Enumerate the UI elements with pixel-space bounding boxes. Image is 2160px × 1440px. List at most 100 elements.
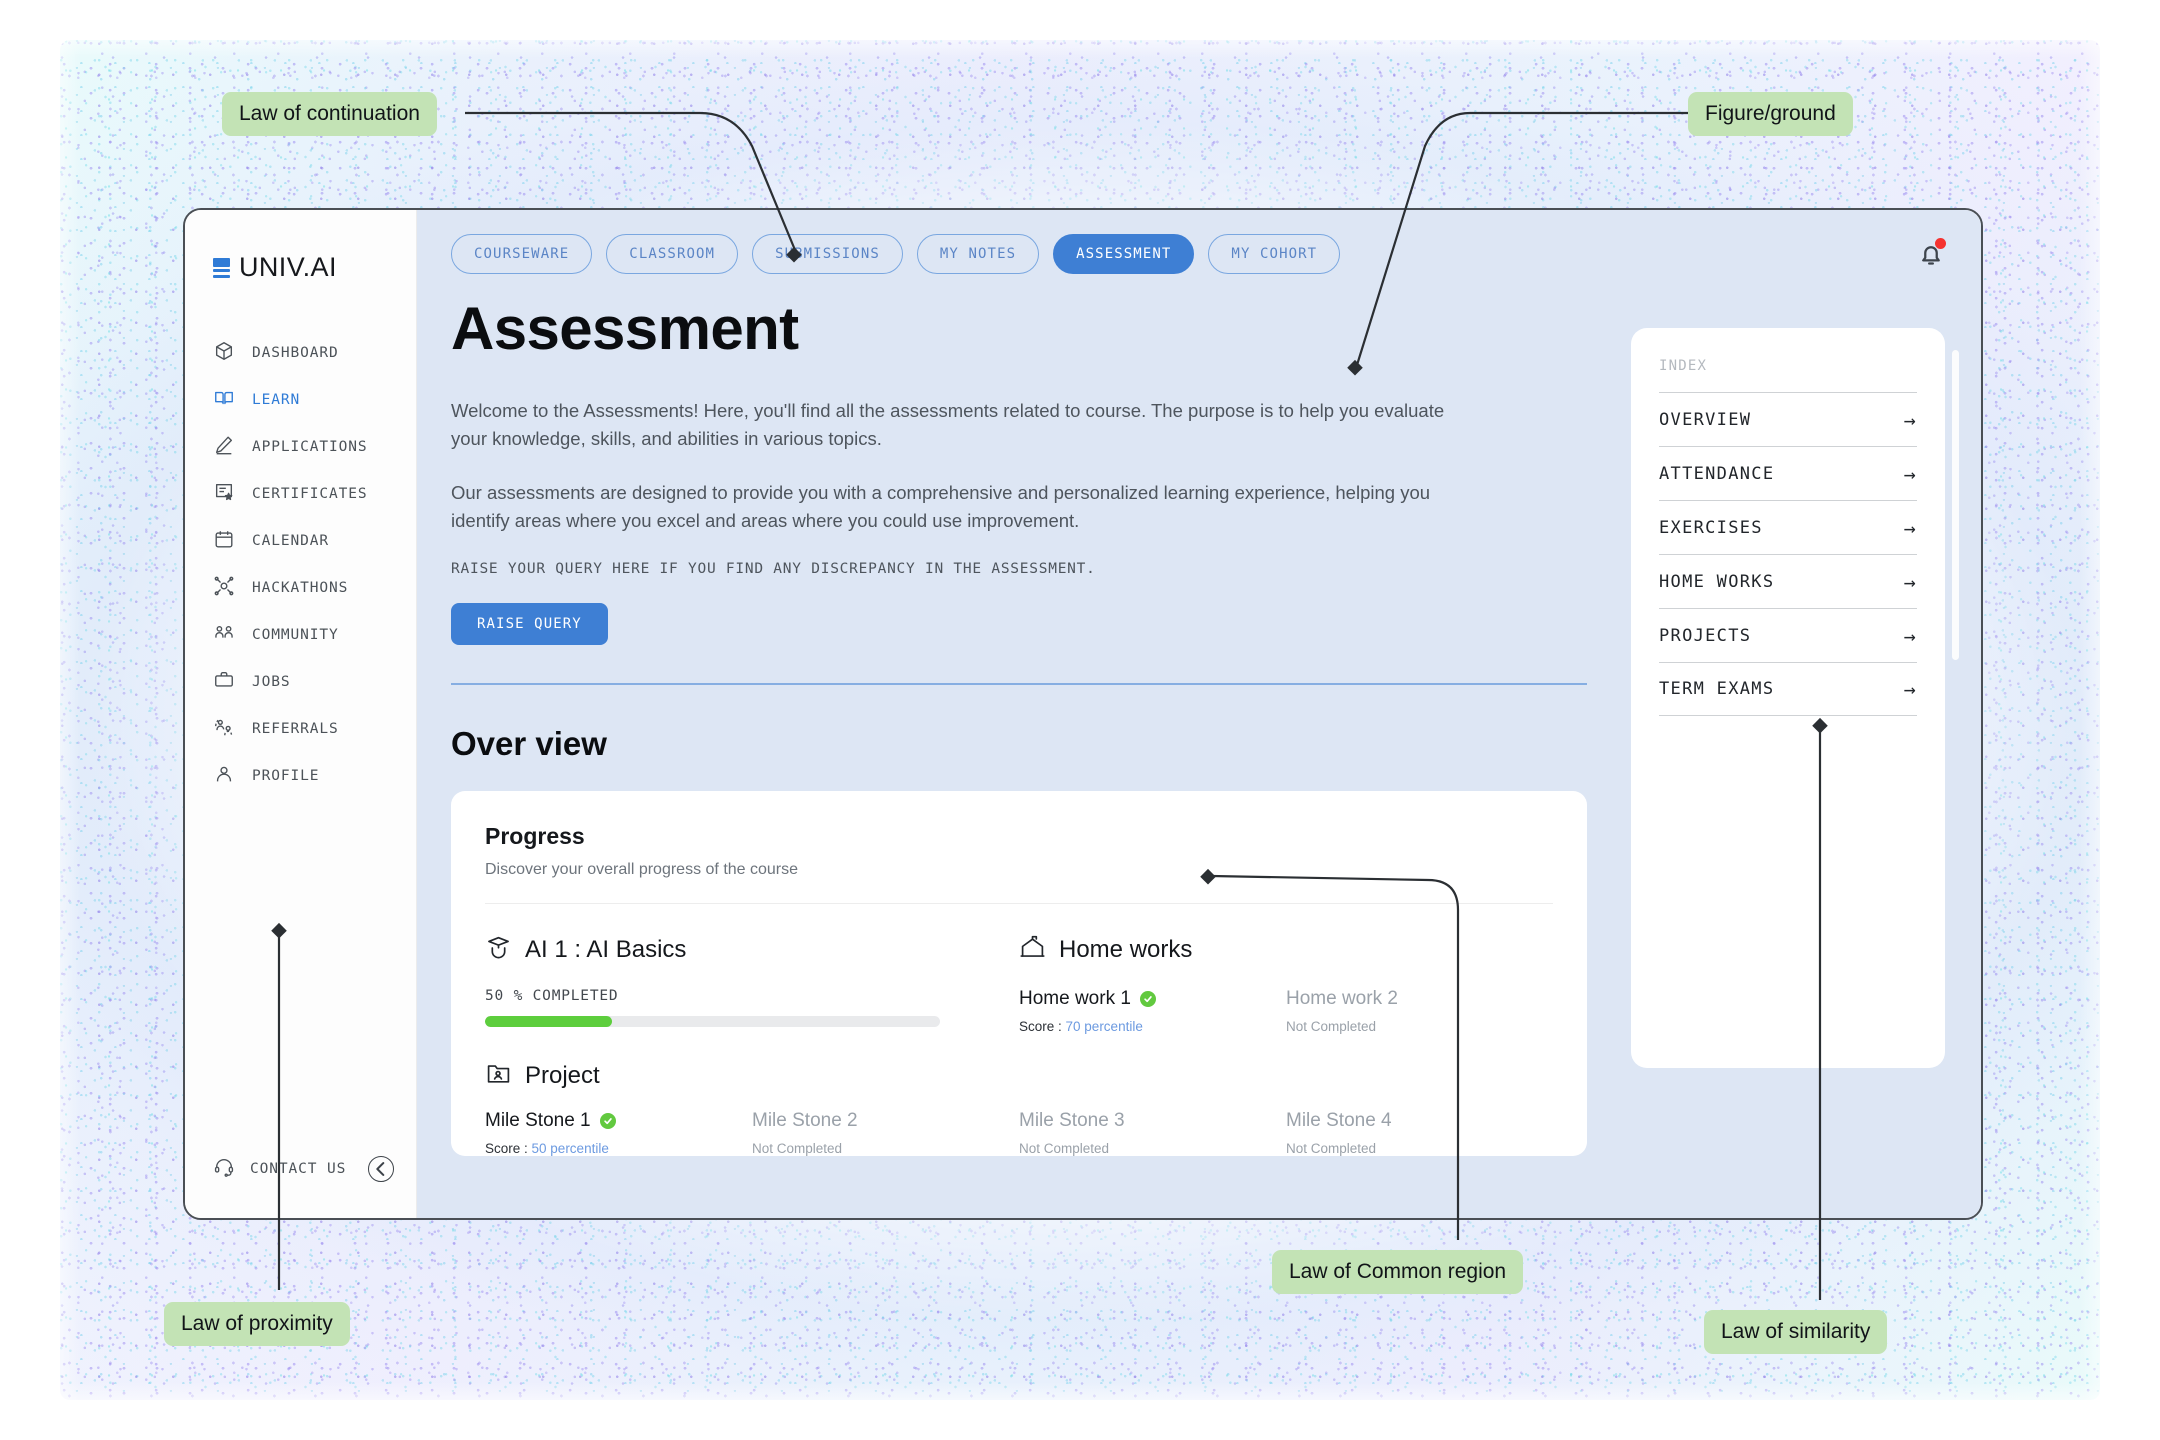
- progress-card-subtitle: Discover your overall progress of the co…: [485, 861, 799, 879]
- milestone-name: Mile Stone 1: [485, 1110, 591, 1132]
- home-works-title: Home works: [1059, 936, 1193, 964]
- sidebar-item-calendar[interactable]: CALENDAR: [185, 519, 416, 563]
- univ-ai-logo-icon: [213, 257, 230, 278]
- course-percent-label: 50 % COMPLETED: [485, 988, 619, 1005]
- course-progress-column: AI 1 : AI Basics 50 % COMPLETED: [485, 934, 1019, 1034]
- index-item-attendance[interactable]: ATTENDANCE →: [1659, 446, 1917, 500]
- course-progress-fill: [485, 1016, 613, 1028]
- sidebar-item-label: LEARN: [252, 392, 301, 408]
- index-item-label: ATTENDANCE: [1659, 463, 1775, 484]
- score-value[interactable]: 50 percentile: [532, 1141, 609, 1156]
- sidebar-item-hackathons[interactable]: HACKATHONS: [185, 566, 416, 610]
- index-item-term-exams[interactable]: TERM EXAMS →: [1659, 662, 1917, 716]
- index-item-overview[interactable]: OVERVIEW →: [1659, 392, 1917, 446]
- project-title: Project: [525, 1062, 600, 1090]
- contact-us-label[interactable]: CONTACT US: [250, 1161, 346, 1177]
- home-works-column: Home works Home work 1 Score: 70 percen…: [1019, 934, 1553, 1034]
- brand-name: UNIV.AI: [239, 252, 337, 282]
- home-work-item[interactable]: Home work 2 Not Completed: [1286, 988, 1553, 1034]
- main-body: Assessment Welcome to the Assessments! H…: [417, 298, 1981, 1218]
- check-circle-icon: [599, 1113, 616, 1130]
- milestone-item[interactable]: Mile Stone 2 Not Completed: [752, 1110, 1019, 1156]
- book-open-icon: [213, 387, 235, 413]
- home-work-score: Score : 70 percentile: [1019, 1019, 1286, 1034]
- sidebar-item-label: CALENDAR: [252, 533, 330, 549]
- folder-person-icon: [485, 1060, 512, 1092]
- sidebar-collapse-button[interactable]: [368, 1156, 394, 1182]
- sidebar-nav: DASHBOARD LEARN APPLICATIONS CERTIFICATE…: [185, 331, 416, 798]
- tab-submissions[interactable]: SUBMISSIONS: [752, 234, 903, 274]
- sidebar: UNIV.AI DASHBOARD LEARN APPLICATIONS CER…: [185, 210, 417, 1218]
- brand-logo[interactable]: UNIV.AI: [185, 252, 416, 283]
- home-work-name: Home work 1: [1019, 988, 1131, 1010]
- tab-my-notes[interactable]: MY NOTES: [916, 234, 1040, 274]
- bell-icon: [1915, 246, 1947, 274]
- course-progress-bar: [485, 1016, 940, 1028]
- index-item-exercises[interactable]: EXERCISES →: [1659, 500, 1917, 554]
- tab-courseware[interactable]: COURSEWARE: [451, 234, 593, 274]
- notification-dot: [1935, 238, 1946, 249]
- milestone-status: Not Completed: [1019, 1141, 1110, 1157]
- milestone-item[interactable]: Mile Stone 1 Score : 50 percentile: [485, 1110, 752, 1156]
- raise-query-button[interactable]: RAISE QUERY: [451, 603, 608, 646]
- index-item-home-works[interactable]: HOME WORKS →: [1659, 554, 1917, 608]
- milestone-score: Score : 50 percentile: [485, 1141, 752, 1156]
- pencil-icon: [213, 434, 235, 460]
- index-item-projects[interactable]: PROJECTS →: [1659, 608, 1917, 662]
- home-works-header: Home works: [1019, 934, 1553, 966]
- sidebar-item-jobs[interactable]: JOBS: [185, 660, 416, 704]
- query-note: RAISE YOUR QUERY HERE IF YOU FIND ANY DI…: [451, 561, 1096, 578]
- headset-icon: [213, 1156, 235, 1182]
- milestone-name-wrap: Mile Stone 1: [485, 1110, 752, 1132]
- milestone-list: Mile Stone 1 Score : 50 percentile Mile …: [485, 1110, 1553, 1156]
- progress-card-title: Progress: [485, 823, 585, 850]
- score-prefix: Score :: [1019, 1019, 1066, 1035]
- tab-assessment[interactable]: ASSESSMENT: [1053, 234, 1195, 274]
- section-divider: [451, 683, 1587, 686]
- progress-card: Progress Discover your overall progress …: [451, 791, 1587, 1157]
- sidebar-item-label: DASHBOARD: [252, 345, 339, 361]
- home-work-status: Not Completed: [1286, 1019, 1377, 1035]
- arrow-right-icon: →: [1903, 515, 1917, 540]
- sidebar-item-profile[interactable]: PROFILE: [185, 754, 416, 798]
- referral-icon: [213, 716, 235, 742]
- progress-columns: AI 1 : AI Basics 50 % COMPLETED Home wor…: [485, 934, 1553, 1034]
- sidebar-item-applications[interactable]: APPLICATIONS: [185, 425, 416, 469]
- tab-classroom[interactable]: CLASSROOM: [606, 234, 739, 274]
- index-item-label: EXERCISES: [1659, 517, 1763, 538]
- hackathon-icon: [213, 575, 235, 601]
- arrow-right-icon: →: [1903, 569, 1917, 594]
- milestone-name: Mile Stone 3: [1019, 1110, 1125, 1132]
- home-work-name-wrap: Home work 1: [1019, 988, 1286, 1010]
- index-item-label: HOME WORKS: [1659, 571, 1775, 592]
- index-scrollbar[interactable]: [1952, 350, 1959, 660]
- home-works-list: Home work 1 Score : 70 percentile Home w…: [1019, 988, 1553, 1034]
- sidebar-item-certificates[interactable]: CERTIFICATES: [185, 472, 416, 516]
- calendar-icon: [213, 528, 235, 554]
- overview-heading: Over view: [451, 725, 607, 763]
- sidebar-item-label: PROFILE: [252, 768, 320, 784]
- sidebar-item-learn[interactable]: LEARN: [185, 378, 416, 422]
- project-header: Project: [485, 1060, 1553, 1092]
- milestone-name: Mile Stone 2: [752, 1110, 858, 1132]
- notifications-button[interactable]: [1915, 238, 1947, 270]
- milestone-status: Not Completed: [752, 1141, 843, 1157]
- cube-icon: [213, 340, 235, 366]
- check-circle-icon: [1139, 991, 1156, 1008]
- milestone-item[interactable]: Mile Stone 4 Not Completed: [1286, 1110, 1553, 1156]
- sidebar-item-community[interactable]: COMMUNITY: [185, 613, 416, 657]
- tab-my-cohort[interactable]: MY COHORT: [1208, 234, 1341, 274]
- project-section: Project Mile Stone 1 Score: 50 percenti…: [485, 1060, 1553, 1156]
- school-house-icon: [1019, 934, 1046, 966]
- index-item-label: OVERVIEW: [1659, 409, 1752, 430]
- score-value[interactable]: 70 percentile: [1066, 1019, 1143, 1034]
- sidebar-item-dashboard[interactable]: DASHBOARD: [185, 331, 416, 375]
- sidebar-item-referrals[interactable]: REFERRALS: [185, 707, 416, 751]
- progress-card-rule: [485, 903, 1553, 905]
- index-item-label: TERM EXAMS: [1659, 679, 1775, 699]
- certificate-icon: [213, 481, 235, 507]
- home-work-item[interactable]: Home work 1 Score : 70 percentile: [1019, 988, 1286, 1034]
- milestone-item[interactable]: Mile Stone 3 Not Completed: [1019, 1110, 1286, 1156]
- course-name: AI 1 : AI Basics: [525, 936, 687, 964]
- sidebar-item-label: CERTIFICATES: [252, 486, 368, 502]
